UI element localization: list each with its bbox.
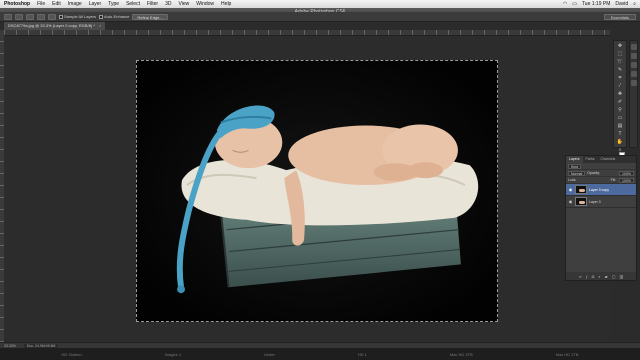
- options-bar: Sample All Layers Auto-Enhance Refine Ed…: [0, 12, 640, 22]
- add-to-selection-icon[interactable]: [26, 13, 34, 20]
- quick-selection-icon[interactable]: ✎: [616, 67, 625, 74]
- document-tab[interactable]: DSC8779a.jpg @ 33.3% (Layer 0 copy, RGB/…: [4, 22, 106, 30]
- opacity-label: Opacity:: [587, 171, 601, 175]
- app-menu[interactable]: Photoshop: [4, 1, 30, 7]
- sample-all-layers-checkbox[interactable]: Sample All Layers: [59, 14, 96, 19]
- menu-window[interactable]: Window: [196, 1, 214, 7]
- crop-tool-icon[interactable]: ⌗: [616, 75, 625, 82]
- layer-name: Layer 0: [589, 199, 601, 204]
- mac-menubar: Photoshop File Edit Image Layer Type Sel…: [0, 0, 640, 8]
- layers-panel-footer: ∞ ƒ ◘ ◐ ▰ ▢ ▥: [566, 272, 636, 280]
- menu-file[interactable]: File: [37, 1, 45, 7]
- document-canvas[interactable]: [136, 60, 498, 322]
- eyedropper-tool-icon[interactable]: ⁄: [616, 83, 625, 90]
- eraser-tool-icon[interactable]: ▭: [616, 115, 625, 122]
- kind-filter-select[interactable]: Kind: [568, 163, 582, 169]
- document-tab-title: DSC8779a.jpg @ 33.3% (Layer 0 copy, RGB/…: [8, 23, 95, 28]
- layer-thumbnail: [575, 197, 587, 206]
- fill-label: Fill:: [610, 178, 617, 182]
- wifi-icon[interactable]: ◠: [563, 1, 567, 7]
- menu-help[interactable]: Help: [221, 1, 231, 7]
- menu-type[interactable]: Type: [108, 1, 119, 7]
- user-name[interactable]: David: [615, 1, 628, 7]
- healing-brush-icon[interactable]: ✚: [616, 91, 625, 98]
- clock[interactable]: Tue 1:19 PM: [582, 1, 610, 7]
- brush-tool-icon[interactable]: ✐: [616, 99, 625, 106]
- brush-panel-icon[interactable]: [630, 80, 637, 86]
- hand-tool-icon[interactable]: ✋: [616, 139, 625, 146]
- blend-mode-select[interactable]: Normal: [568, 170, 586, 176]
- auto-enhance-label: Auto-Enhance: [104, 14, 130, 19]
- desktop-strip: HD Sixteen Images 1 Under HD 1 Mac HD 3T…: [0, 348, 640, 360]
- eye-icon[interactable]: ◉: [568, 199, 573, 204]
- desktop-item[interactable]: Under: [264, 352, 275, 357]
- adjustment-layer-icon[interactable]: ◐: [598, 274, 600, 279]
- layers-panel-tabs: Layers Paths Channels: [566, 156, 636, 163]
- trash-icon[interactable]: ▥: [620, 274, 624, 279]
- layer-row[interactable]: ◉ Layer 0: [566, 196, 636, 208]
- zoom-level[interactable]: 33.33%: [4, 344, 16, 348]
- menubar-status: ◠ ▭ Tue 1:19 PM David ⌕: [563, 1, 636, 7]
- properties-panel-icon[interactable]: [630, 53, 637, 59]
- link-layers-icon[interactable]: ∞: [579, 274, 582, 279]
- adjustments-panel-icon[interactable]: [630, 62, 637, 68]
- checkbox-box[interactable]: [59, 14, 63, 19]
- move-tool-icon[interactable]: ✥: [616, 43, 625, 50]
- doc-size-info[interactable]: Doc: 24.9M/49.8M: [23, 343, 59, 348]
- menu-view[interactable]: View: [179, 1, 190, 7]
- gradient-tool-icon[interactable]: ▤: [616, 123, 625, 130]
- sample-all-layers-label: Sample All Layers: [64, 14, 97, 19]
- swatches-panel-icon[interactable]: [630, 71, 637, 77]
- history-panel-icon[interactable]: [630, 44, 637, 50]
- lasso-tool-icon[interactable]: ➰: [616, 59, 625, 66]
- tools-panel: ✥ ⬚ ➰ ✎ ⌗ ⁄ ✚ ✐ ⚲ ▭ ▤ T ✋ ⌕: [613, 40, 627, 164]
- tab-channels[interactable]: Channels: [597, 156, 618, 163]
- menu-layer[interactable]: Layer: [89, 1, 102, 7]
- lock-row: Lock: Fill: 100%: [566, 177, 636, 184]
- blend-row: Normal Opacity: 100%: [566, 170, 636, 177]
- eye-icon[interactable]: ◉: [568, 187, 573, 192]
- desktop-item[interactable]: Mac HD 1TB: [556, 352, 579, 357]
- new-selection-icon[interactable]: [15, 13, 23, 20]
- refine-edge-button[interactable]: Refine Edge...: [132, 13, 168, 20]
- subtract-selection-icon[interactable]: [37, 13, 45, 20]
- fill-field[interactable]: 100%: [619, 177, 634, 183]
- brush-size-icon[interactable]: [48, 13, 56, 20]
- layer-name: Layer 0 copy: [589, 187, 610, 192]
- layer-thumbnail: [575, 185, 587, 194]
- quick-selection-tool-icon[interactable]: [4, 13, 12, 20]
- checkbox-box[interactable]: [99, 14, 104, 19]
- menu-edit[interactable]: Edit: [52, 1, 61, 7]
- fx-icon[interactable]: ƒ: [586, 274, 588, 279]
- menu-3d[interactable]: 3D: [165, 1, 171, 7]
- desktop-item[interactable]: HD 1: [358, 352, 367, 357]
- new-layer-icon[interactable]: ▢: [612, 274, 616, 279]
- desktop-item[interactable]: Images 1: [165, 352, 181, 357]
- menu-image[interactable]: Image: [68, 1, 82, 7]
- spotlight-icon[interactable]: ⌕: [633, 1, 636, 7]
- layer-filter-row: Kind: [566, 163, 636, 170]
- close-icon[interactable]: ×: [99, 23, 101, 28]
- menu-select[interactable]: Select: [126, 1, 140, 7]
- canvas-area[interactable]: [4, 36, 610, 342]
- desktop-item[interactable]: HD Sixteen: [61, 352, 81, 357]
- desktop-item[interactable]: Mac HD 3TB: [450, 352, 473, 357]
- collapsed-panels-strip: [629, 40, 638, 148]
- tab-paths[interactable]: Paths: [583, 156, 598, 163]
- photo-newborn-in-crate: [137, 61, 497, 321]
- workspace-switcher[interactable]: Essentials: [603, 13, 636, 20]
- battery-icon[interactable]: ▭: [572, 1, 577, 7]
- auto-enhance-checkbox[interactable]: Auto-Enhance: [99, 14, 129, 19]
- mask-icon[interactable]: ◘: [592, 274, 594, 279]
- clone-stamp-icon[interactable]: ⚲: [616, 107, 625, 114]
- layer-row[interactable]: ◉ Layer 0 copy: [566, 184, 636, 196]
- menu-filter[interactable]: Filter: [147, 1, 158, 7]
- layers-panel: Layers Paths Channels Kind Normal Opacit…: [565, 155, 637, 281]
- tab-layers[interactable]: Layers: [566, 156, 583, 163]
- lock-label: Lock:: [568, 178, 577, 182]
- marquee-tool-icon[interactable]: ⬚: [616, 51, 625, 58]
- group-folder-icon[interactable]: ▰: [605, 274, 608, 279]
- opacity-field[interactable]: 100%: [619, 170, 634, 176]
- type-tool-icon[interactable]: T: [616, 131, 625, 138]
